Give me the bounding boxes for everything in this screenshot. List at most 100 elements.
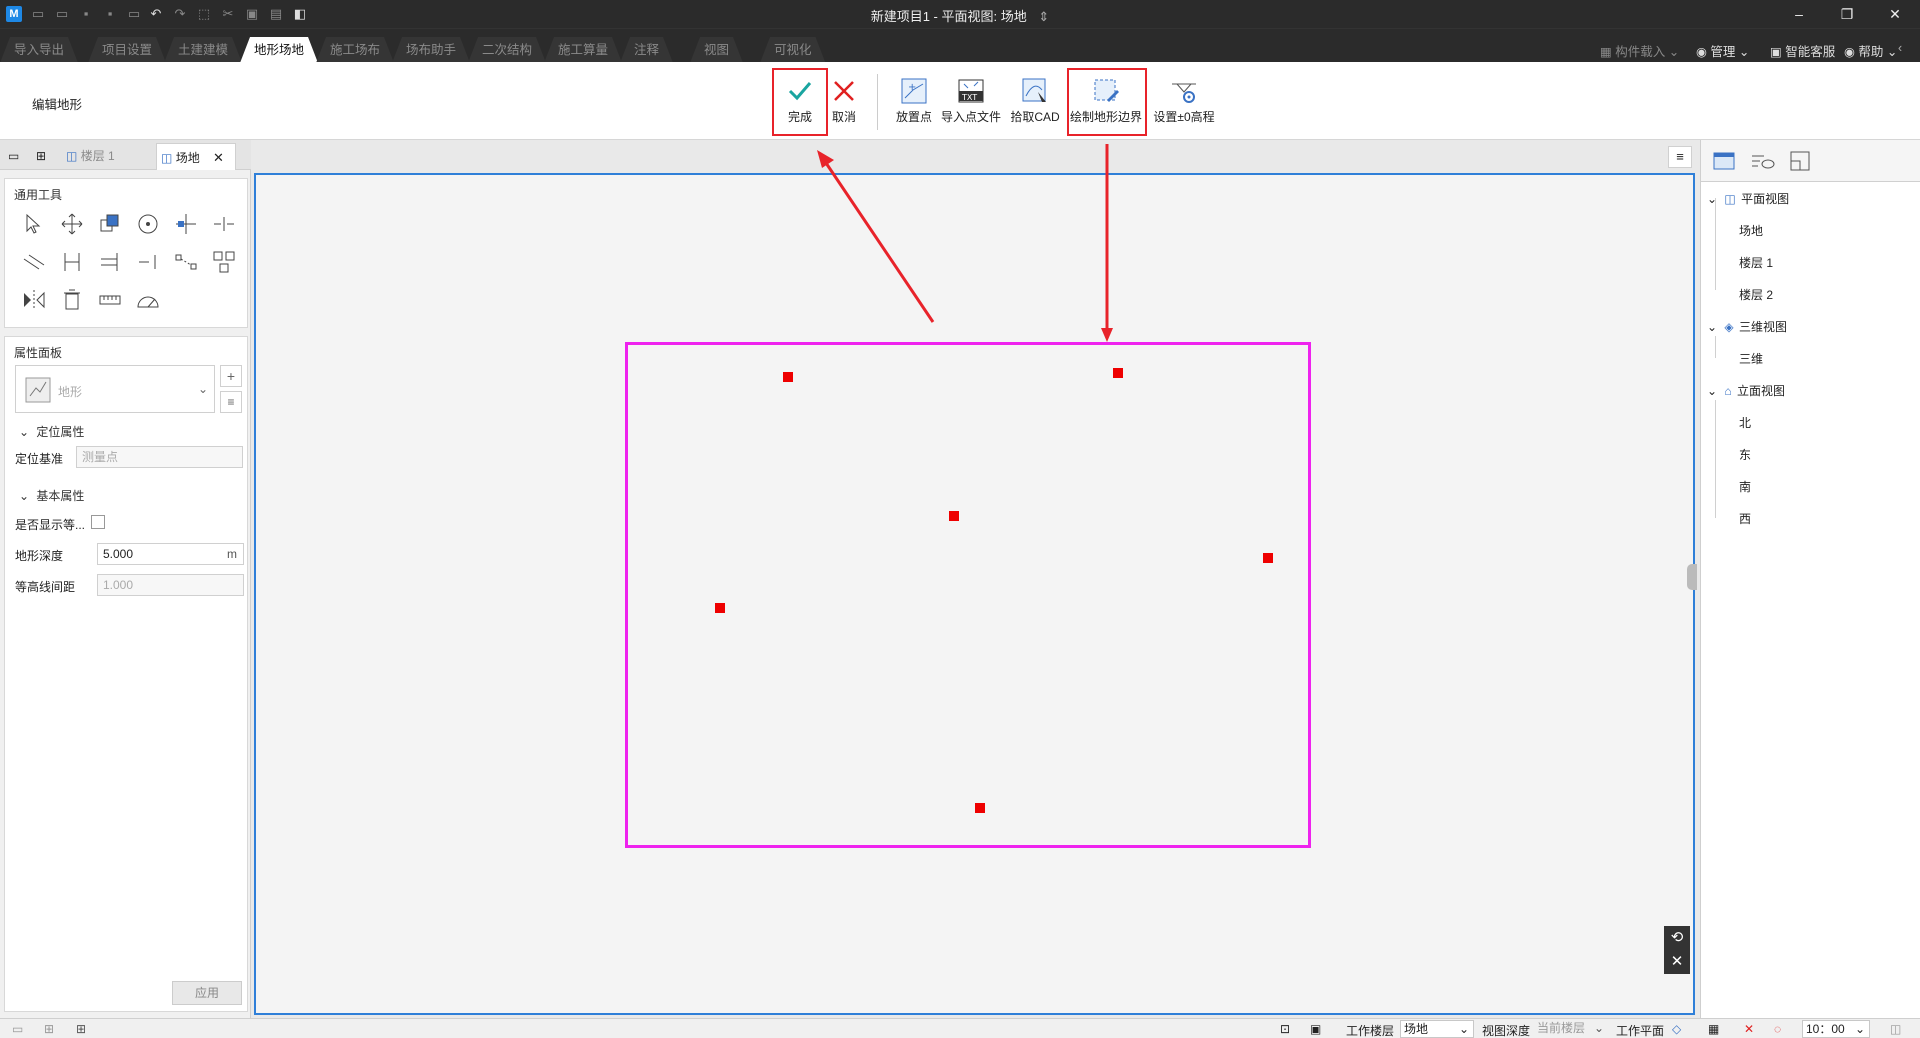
layout-split-icon[interactable]: ⊞ bbox=[44, 1022, 54, 1036]
terrain-point[interactable] bbox=[949, 511, 959, 521]
tab-terrain-site[interactable]: 地形场地 bbox=[240, 37, 318, 63]
extend-icon[interactable] bbox=[95, 247, 125, 277]
tab-visualization[interactable]: 可视化 bbox=[760, 37, 826, 63]
tab-layout-assistant[interactable]: 场布助手 bbox=[392, 37, 470, 63]
canvas-menu-icon[interactable]: ≡ bbox=[1668, 146, 1692, 168]
floors-tab-icon[interactable] bbox=[1785, 146, 1815, 176]
tab-import-export[interactable]: 导入导出 bbox=[0, 37, 78, 63]
support-button[interactable]: ▣ 智能客服 bbox=[1770, 41, 1835, 60]
tree-group-elevation[interactable]: ⌄ ⌂ 立面视图 bbox=[1707, 382, 1785, 399]
chevron-down-icon: ⌄ bbox=[1738, 45, 1750, 59]
rotate-icon[interactable] bbox=[133, 209, 163, 239]
terrain-point[interactable] bbox=[783, 372, 793, 382]
layout-single-icon[interactable]: ▭ bbox=[12, 1022, 23, 1036]
tab-civil-modeling[interactable]: 土建建模 bbox=[164, 37, 242, 63]
floor-plan-icon: ◫ bbox=[1724, 192, 1736, 206]
tree-item-south[interactable]: 南 bbox=[1739, 478, 1751, 495]
status-info-icon[interactable]: ◫ bbox=[1890, 1022, 1901, 1036]
basic-properties-header[interactable]: ⌄ 基本属性 bbox=[19, 487, 84, 504]
minimize-button[interactable]: – bbox=[1784, 4, 1814, 24]
tab-view[interactable]: 视图 bbox=[690, 37, 743, 63]
tab-quantity[interactable]: 施工算量 bbox=[544, 37, 622, 63]
positioning-header[interactable]: ⌄ 定位属性 bbox=[19, 423, 84, 440]
tab-construction-layout[interactable]: 施工场布 bbox=[316, 37, 394, 63]
mirror-icon[interactable] bbox=[19, 285, 49, 315]
snap-off-icon[interactable]: ✕ bbox=[1744, 1022, 1754, 1036]
position-base-field[interactable]: 测量点 bbox=[76, 446, 243, 468]
settings-grid-icon[interactable]: ▦ bbox=[1708, 1022, 1719, 1036]
grid-view-icon[interactable]: ⊞ bbox=[36, 143, 56, 170]
help-button[interactable]: ◉ 帮助 ⌄ bbox=[1844, 41, 1897, 60]
edit-type-button[interactable]: ≡ bbox=[220, 391, 242, 413]
tree-item-3d[interactable]: 三维 bbox=[1739, 350, 1763, 367]
align-icon[interactable] bbox=[57, 247, 87, 277]
tree-item-east[interactable]: 东 bbox=[1739, 446, 1751, 463]
set-elevation-button[interactable]: 设置±0高程 bbox=[1150, 76, 1218, 130]
split-icon[interactable] bbox=[209, 209, 239, 239]
doc-tab-site[interactable]: ◫ 场地 ✕ bbox=[156, 143, 236, 170]
close-view-icon[interactable]: ✕ bbox=[1664, 950, 1690, 974]
copy-object-icon[interactable] bbox=[95, 209, 125, 239]
tab-annotation[interactable]: 注释 bbox=[620, 37, 673, 63]
import-points-button[interactable]: TXT 导入点文件 bbox=[940, 76, 1002, 130]
delete-icon[interactable] bbox=[57, 285, 87, 315]
tree-item-north[interactable]: 北 bbox=[1739, 414, 1751, 431]
close-button[interactable]: ✕ bbox=[1880, 4, 1910, 24]
cancel-button[interactable]: 取消 bbox=[826, 76, 862, 130]
snapshot-icon[interactable]: ▣ bbox=[1310, 1022, 1321, 1036]
floor-plan-icon: ◫ bbox=[66, 149, 78, 163]
terrain-point[interactable] bbox=[975, 803, 985, 813]
type-selector[interactable]: 地形 ⌄ bbox=[15, 365, 215, 413]
views-tab-icon[interactable] bbox=[1709, 146, 1739, 176]
array-icon[interactable] bbox=[171, 247, 201, 277]
tree-item-west[interactable]: 西 bbox=[1739, 510, 1751, 527]
offset-icon[interactable] bbox=[19, 247, 49, 277]
measure-icon[interactable] bbox=[95, 285, 125, 315]
tab-secondary-structure[interactable]: 二次结构 bbox=[468, 37, 546, 63]
plan-canvas[interactable]: ⟲ ✕ bbox=[254, 173, 1695, 1015]
work-floor-select[interactable]: 场地 ⌄ bbox=[1400, 1020, 1474, 1038]
contour-spacing-field[interactable]: 1.000 bbox=[97, 574, 244, 596]
terrain-boundary[interactable] bbox=[625, 342, 1311, 848]
tree-group-3d[interactable]: ⌄ ◈ 三维视图 bbox=[1707, 318, 1787, 335]
show-contour-checkbox[interactable] bbox=[91, 515, 105, 529]
terrain-depth-field[interactable]: 5.000 m bbox=[97, 543, 244, 565]
doc-tab-floor1[interactable]: ◫ 楼层 1 bbox=[62, 143, 152, 170]
move-icon[interactable] bbox=[57, 209, 87, 239]
elevation-house-icon: ⌂ bbox=[1724, 384, 1732, 398]
rotate-view-icon[interactable]: ⟲ bbox=[1664, 926, 1690, 950]
tree-item-floor2[interactable]: 楼层 2 bbox=[1739, 286, 1773, 303]
layout-grid-icon[interactable]: ⊞ bbox=[76, 1022, 86, 1036]
terrain-point[interactable] bbox=[715, 603, 725, 613]
tree-item-floor1[interactable]: 楼层 1 bbox=[1739, 254, 1773, 271]
break-icon[interactable] bbox=[133, 247, 163, 277]
view-depth-select[interactable]: 当前楼层 ⌄ bbox=[1534, 1020, 1608, 1038]
scale-select[interactable]: 10：00 ⌄ bbox=[1802, 1020, 1870, 1038]
apply-button[interactable]: 应用 bbox=[172, 981, 242, 1005]
terrain-point[interactable] bbox=[1263, 553, 1273, 563]
restore-view-icon[interactable]: ▭ bbox=[8, 143, 28, 170]
highlight-off-icon[interactable]: ◌ bbox=[1774, 1022, 1781, 1036]
tree-group-plan[interactable]: ⌄ ◫ 平面视图 bbox=[1707, 190, 1789, 207]
place-point-button[interactable]: + 放置点 bbox=[891, 76, 937, 130]
work-plane-icon[interactable]: ◇ bbox=[1672, 1022, 1681, 1036]
group-icon[interactable] bbox=[209, 247, 239, 277]
component-load-button[interactable]: ▦ 构件载入 ⌄ bbox=[1600, 41, 1679, 60]
title-arrow-icon[interactable]: ⇕ bbox=[1038, 9, 1049, 24]
ribbon-collapse-icon[interactable]: ‹ bbox=[1898, 41, 1902, 55]
work-floor-label: 工作楼层 bbox=[1346, 1024, 1395, 1038]
angle-measure-icon[interactable] bbox=[133, 285, 163, 315]
layers-visibility-icon[interactable] bbox=[1747, 146, 1777, 176]
add-type-button[interactable]: + bbox=[220, 365, 242, 387]
pick-cad-button[interactable]: 拾取CAD bbox=[1008, 76, 1062, 130]
manage-button[interactable]: ◉ 管理 ⌄ bbox=[1696, 41, 1749, 60]
terrain-point[interactable] bbox=[1113, 368, 1123, 378]
close-tab-icon[interactable]: ✕ bbox=[213, 150, 224, 165]
panel-collapse-handle[interactable] bbox=[1687, 564, 1697, 590]
trim-icon[interactable] bbox=[171, 209, 201, 239]
zoom-fit-icon[interactable]: ⊡ bbox=[1280, 1022, 1290, 1036]
restore-button[interactable]: ❐ bbox=[1832, 4, 1862, 24]
select-arrow-icon[interactable] bbox=[19, 209, 49, 239]
tree-item-site[interactable]: 场地 bbox=[1739, 222, 1763, 239]
tab-project-settings[interactable]: 项目设置 bbox=[88, 37, 166, 63]
